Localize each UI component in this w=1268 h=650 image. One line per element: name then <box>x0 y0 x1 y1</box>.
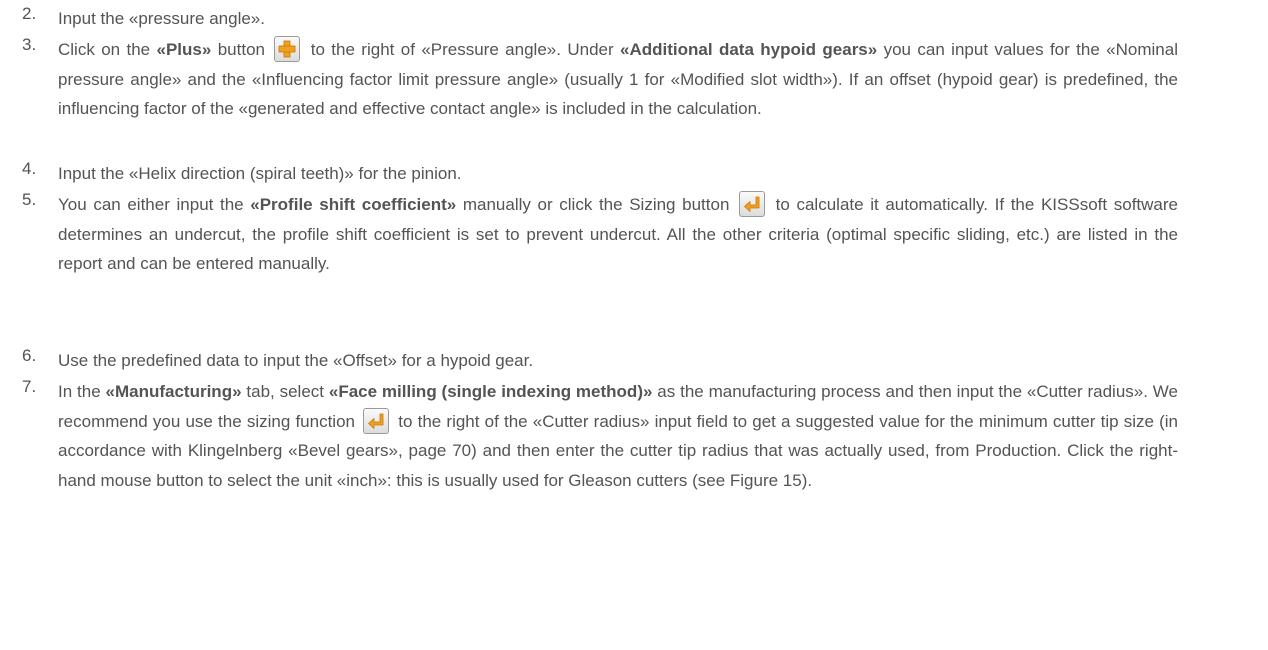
ui-term: «Additional data hypoid gears» <box>620 40 878 59</box>
plus-icon <box>274 36 301 62</box>
step-number: 3. <box>22 35 37 54</box>
ui-term: «Profile shift coefficient» <box>250 195 457 214</box>
step-number: 5. <box>22 190 37 209</box>
ui-term: «Manufacturing» <box>105 382 242 401</box>
step-number: 2. <box>22 4 37 23</box>
step-text: Input the «pressure angle». <box>58 9 265 28</box>
document-page: 2. Input the «pressure angle». 3. Click … <box>0 0 1268 650</box>
ui-term: «Face milling (single indexing method)» <box>328 382 653 401</box>
step-number: 4. <box>22 159 37 178</box>
step-text: You can either input the «Profile shift … <box>58 190 1178 279</box>
step-text: In the «Manufacturing» tab, select «Face… <box>58 382 1178 490</box>
sizing-arrow-icon <box>363 407 390 434</box>
step-number: 6. <box>22 346 37 365</box>
step-text: Input the «Helix direction (spiral teeth… <box>58 164 462 183</box>
ui-term: «Plus» <box>156 40 212 59</box>
step-text: Click on the «Plus» button to the right … <box>58 35 1178 124</box>
step-text: Use the predefined data to input the «Of… <box>58 351 534 370</box>
sizing-arrow-icon <box>739 191 766 217</box>
step-number: 7. <box>22 377 37 396</box>
